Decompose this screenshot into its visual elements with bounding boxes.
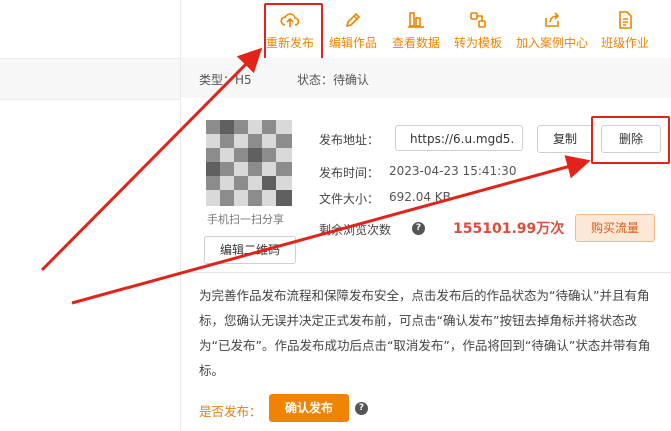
publish-notice-text: 为完善作品发布流程和保障发布安全，点击发布后的作品状态为“待确认”并且有角标，您… [199, 288, 651, 378]
template-icon [468, 10, 488, 30]
file-size-value: 692.04 KB [389, 190, 451, 204]
publish-panel: 手机扫一扫分享 编辑二维码 发布地址： https://6.u.mgd5. 复制… [181, 98, 671, 431]
edit-work-button[interactable]: 编辑作品 [329, 10, 377, 51]
qr-code [206, 120, 292, 206]
url-label: 发布地址： [319, 133, 380, 147]
left-list-row[interactable] [0, 58, 180, 100]
confirm-publish-button[interactable]: 确认发布 [269, 394, 349, 422]
work-toolbar: 重新发布 编辑作品 查看数据 转为模板 加入案例中心 班级作业 [181, 0, 671, 59]
qr-caption: 手机扫一扫分享 [207, 213, 284, 226]
status-text: 状态：待确认 [297, 73, 370, 87]
file-size-label: 文件大小： [319, 192, 380, 206]
copy-button[interactable]: 复制 [537, 125, 593, 153]
work-meta-row: 类型：H5 状态：待确认 [181, 58, 671, 99]
bar-chart-icon [406, 10, 426, 30]
publish-time-value: 2023-04-23 15:41:30 [389, 164, 517, 178]
help-icon[interactable]: ? [412, 222, 425, 235]
publish-question-label: 是否发布： [199, 404, 262, 419]
left-pane [0, 0, 181, 431]
pencil-icon [343, 10, 363, 30]
class-homework-button[interactable]: 班级作业 [601, 10, 649, 51]
confirm-help-icon[interactable]: ? [355, 402, 368, 415]
remaining-views-label: 剩余浏览次数 [319, 223, 392, 237]
remaining-views-value: 155101.99万次 [453, 221, 565, 237]
publish-url-field[interactable]: https://6.u.mgd5. [395, 125, 523, 151]
share-icon [542, 10, 562, 30]
edit-work-label: 编辑作品 [329, 36, 378, 50]
to-template-label: 转为模板 [454, 36, 503, 50]
buy-traffic-button[interactable]: 购买流量 [575, 214, 655, 242]
edit-qr-button[interactable]: 编辑二维码 [204, 236, 296, 264]
publish-time-label: 发布时间： [319, 166, 380, 180]
add-case-center-label: 加入案例中心 [516, 36, 589, 50]
to-template-button[interactable]: 转为模板 [454, 10, 502, 51]
view-data-label: 查看数据 [392, 36, 441, 50]
class-homework-label: 班级作业 [601, 36, 650, 50]
add-case-center-button[interactable]: 加入案例中心 [516, 10, 588, 51]
type-text: 类型：H5 [199, 73, 252, 87]
delete-highlight-box [591, 116, 670, 164]
section-divider [181, 272, 671, 273]
republish-highlight-box [264, 3, 323, 62]
view-data-button[interactable]: 查看数据 [392, 10, 440, 51]
document-icon [615, 10, 635, 30]
